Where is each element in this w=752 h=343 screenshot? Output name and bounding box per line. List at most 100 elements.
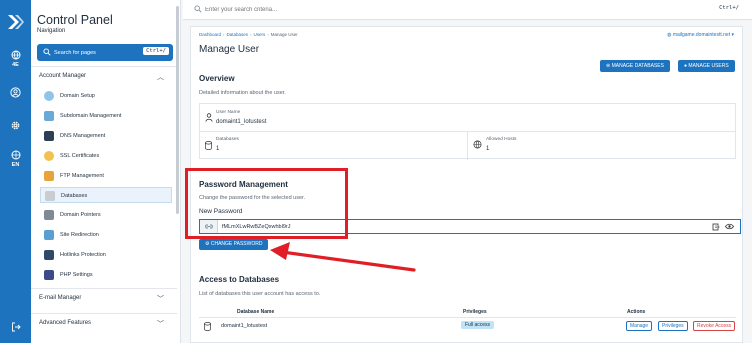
annotation-arrow bbox=[270, 242, 416, 272]
sidebar-item-ftp-management[interactable]: FTP Management bbox=[40, 168, 172, 184]
rail-language-label: EN bbox=[11, 162, 20, 168]
sidebar-item-label: Domain Pointers bbox=[60, 212, 101, 218]
rail-language[interactable]: EN bbox=[7, 150, 24, 168]
rail-globe[interactable]: 4E bbox=[7, 50, 24, 68]
subdomain-icon bbox=[44, 111, 54, 121]
breadcrumb-item[interactable]: Databases bbox=[227, 32, 249, 37]
pointer-icon bbox=[44, 210, 54, 220]
allowed-hosts-value: 1 bbox=[486, 146, 490, 152]
eye-icon[interactable] bbox=[725, 223, 734, 230]
sidebar-item-label: Domain Setup bbox=[60, 93, 95, 99]
databases-label: Databases bbox=[216, 137, 239, 142]
manage-button[interactable]: Manage bbox=[626, 321, 653, 331]
rail-badge: 4E bbox=[12, 62, 19, 68]
sidebar-item-subdomain-management[interactable]: Subdomain Management bbox=[40, 108, 172, 124]
column-header: Privileges bbox=[463, 309, 487, 315]
logout-icon bbox=[11, 322, 21, 332]
domain-selector[interactable]: ◍ mailgame.domaintestt.net ▾ bbox=[667, 32, 734, 38]
sidebar-item-label: Hotlinks Protection bbox=[60, 252, 106, 258]
section-label: Advanced Features bbox=[39, 320, 92, 326]
table-header: Database Name Privileges Actions bbox=[199, 307, 736, 318]
access-databases-description: List of databases this user account has … bbox=[199, 291, 321, 297]
user-icon bbox=[205, 113, 213, 122]
user-name-row: User Name domaint1_lotustest bbox=[200, 104, 735, 132]
copy-icon[interactable] bbox=[712, 223, 720, 231]
chevron-down-icon: ﹀ bbox=[157, 321, 164, 328]
sidebar-item-label: Subdomain Management bbox=[60, 113, 122, 119]
ftp-icon bbox=[44, 171, 54, 181]
breadcrumb-item[interactable]: Users bbox=[254, 32, 266, 37]
redirect-icon bbox=[44, 230, 54, 240]
manage-databases-label: MANAGE DATABASES bbox=[611, 63, 664, 69]
rail-settings[interactable] bbox=[7, 120, 24, 131]
globe-icon bbox=[11, 50, 20, 60]
sidebar-item-dns-management[interactable]: DNS Management bbox=[40, 128, 172, 144]
sidebar-item-domain-setup[interactable]: Domain Setup bbox=[40, 88, 172, 104]
top-bar: Ctrl+/ bbox=[183, 0, 752, 20]
gear-icon: ⚙ bbox=[205, 241, 210, 247]
allowed-hosts-label: Allowed Hosts bbox=[486, 137, 517, 142]
global-search-shortcut: Ctrl+/ bbox=[719, 5, 739, 11]
sidebar-search-button[interactable]: Search for pages Ctrl+/ bbox=[37, 44, 173, 61]
sidebar-item-databases[interactable]: Databases bbox=[40, 187, 172, 203]
sidebar: Control Panel Navigation Search for page… bbox=[31, 0, 181, 343]
databases-count-cell: Databases 1 bbox=[200, 132, 468, 160]
sidebar-item-label: SSL Certificates bbox=[60, 153, 100, 159]
sidebar-item-label: PHP Settings bbox=[60, 272, 93, 278]
manage-databases-button[interactable]: ⊜ MANAGE DATABASES bbox=[600, 60, 670, 72]
sidebar-item-label: Site Redirection bbox=[60, 232, 99, 238]
hotlink-icon bbox=[44, 250, 54, 260]
section-account-manager[interactable]: Account Manager ︿ bbox=[31, 66, 177, 84]
sidebar-item-php-settings[interactable]: PHP Settings bbox=[40, 267, 172, 283]
breadcrumb: Dashboard › Databases › Users › Manage User bbox=[199, 32, 298, 37]
globe-icon bbox=[44, 91, 54, 101]
php-icon bbox=[44, 270, 54, 280]
chevron-down-icon: ﹀ bbox=[157, 296, 164, 303]
highlight-box bbox=[185, 168, 348, 239]
manage-users-button[interactable]: ● MANAGE USERS bbox=[678, 60, 735, 72]
sidebar-item-domain-pointers[interactable]: Domain Pointers bbox=[40, 207, 172, 223]
language-icon bbox=[11, 150, 20, 160]
revoke-access-button[interactable]: Revoke Access bbox=[693, 321, 736, 331]
sidebar-item-hotlinks-protection[interactable]: Hotlinks Protection bbox=[40, 247, 172, 263]
section-label: Account Manager bbox=[39, 73, 87, 79]
change-password-button[interactable]: ⚙ CHANGE PASSWORD bbox=[199, 239, 269, 250]
database-icon: ⊜ bbox=[606, 63, 611, 69]
breadcrumb-item[interactable]: Dashboard bbox=[199, 32, 221, 37]
breadcrumb-current: Manage User bbox=[270, 32, 298, 37]
section-email-manager[interactable]: E-mail Manager ﹀ bbox=[31, 288, 177, 306]
chevron-up-icon: ︿ bbox=[157, 74, 164, 81]
overview-info: User Name domaint1_lotustest Databases 1… bbox=[199, 103, 737, 160]
sidebar-item-site-redirection[interactable]: Site Redirection bbox=[40, 227, 172, 243]
database-icon bbox=[205, 141, 212, 150]
database-icon bbox=[45, 191, 55, 201]
allowed-hosts-cell: Allowed Hosts 1 bbox=[469, 132, 737, 160]
database-name: domaint1_lotustest bbox=[221, 323, 268, 329]
overview-title: Overview bbox=[199, 74, 235, 83]
gear-icon bbox=[11, 121, 20, 130]
table-row: domaint1_lotustest Full access Manage Pr… bbox=[199, 319, 736, 335]
domain-selector-value: mailgame.domaintestt.net bbox=[672, 32, 731, 38]
sidebar-scrollbar[interactable] bbox=[176, 6, 179, 214]
database-icon bbox=[204, 322, 211, 331]
globe-icon: ◍ bbox=[667, 32, 672, 38]
sidebar-item-ssl-certificates[interactable]: SSL Certificates bbox=[40, 148, 172, 164]
access-databases-title: Access to Databases bbox=[199, 275, 280, 284]
manage-users-label: MANAGE USERS bbox=[688, 63, 729, 69]
rail-user[interactable] bbox=[7, 87, 24, 98]
databases-value: 1 bbox=[216, 146, 220, 152]
logo-icon[interactable] bbox=[5, 12, 25, 32]
sidebar-item-label: DNS Management bbox=[60, 133, 106, 139]
rail-logout[interactable] bbox=[7, 322, 24, 332]
privilege-badge: Full access bbox=[461, 321, 495, 329]
ssl-icon bbox=[44, 151, 54, 161]
section-advanced-features[interactable]: Advanced Features ﹀ bbox=[31, 313, 177, 331]
user-icon bbox=[10, 87, 21, 98]
chevron-down-icon: ▾ bbox=[731, 32, 734, 38]
privileges-button[interactable]: Privileges bbox=[658, 321, 688, 331]
sidebar-item-label: FTP Management bbox=[60, 173, 104, 179]
globe-icon bbox=[473, 140, 482, 149]
global-search-input[interactable] bbox=[191, 3, 741, 17]
sidebar-search-shortcut: Ctrl+/ bbox=[143, 47, 169, 55]
user-name-label: User Name bbox=[216, 110, 241, 115]
